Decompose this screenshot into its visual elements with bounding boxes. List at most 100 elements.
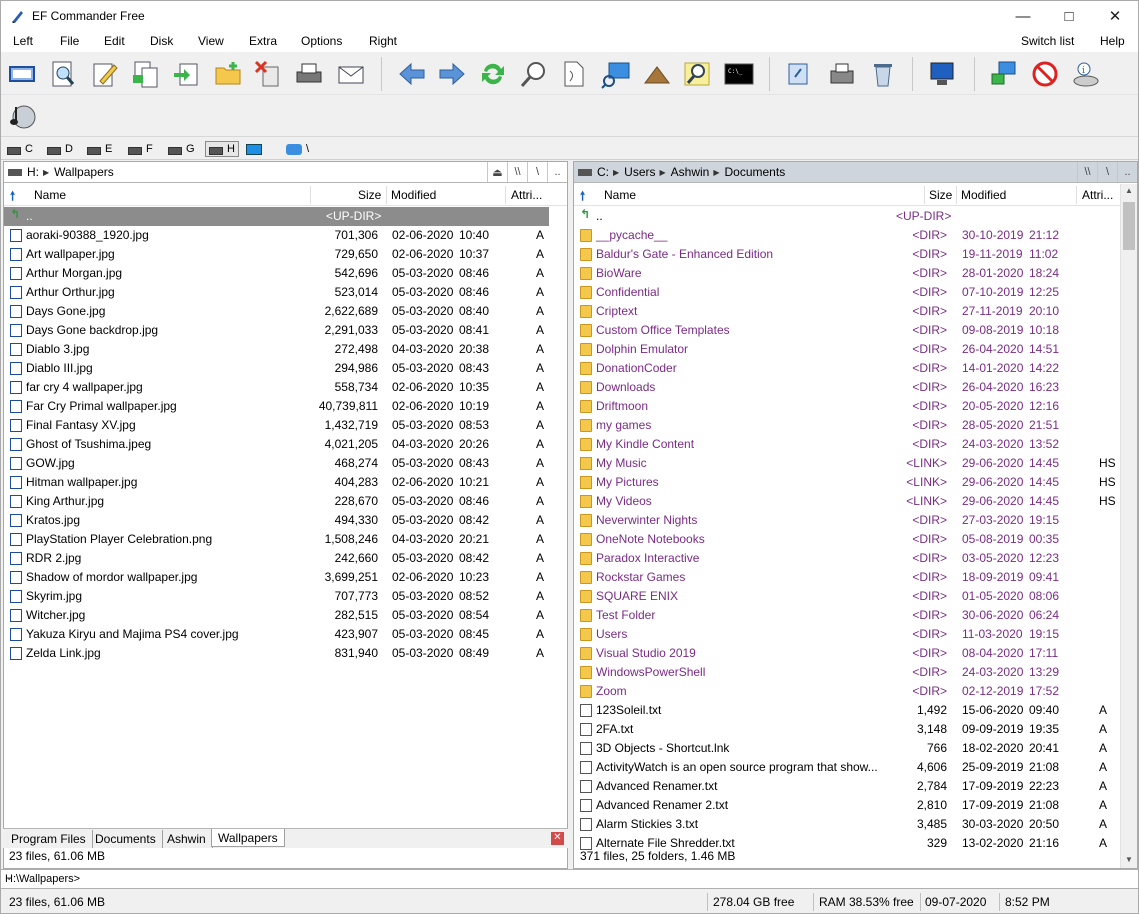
minimize-button[interactable]: —: [1000, 1, 1046, 31]
terminal-icon[interactable]: C:\_: [723, 58, 755, 90]
delete-icon[interactable]: [252, 58, 284, 90]
col-size[interactable]: Size: [929, 188, 952, 202]
move-icon[interactable]: [171, 58, 203, 90]
file-row[interactable]: 2FA.txt 3,148 09-09-2019 19:35 A: [574, 720, 1137, 739]
file-row[interactable]: BioWare <DIR> 28-01-2020 18:24: [574, 264, 1137, 283]
left-path-bar[interactable]: H: ▶ Wallpapers ⏏ \\ \ ..: [4, 162, 567, 183]
up-dir-icon[interactable]: 🠕: [10, 187, 15, 208]
file-row[interactable]: WindowsPowerShell <DIR> 24-03-2020 13:29: [574, 663, 1137, 682]
file-row[interactable]: Confidential <DIR> 07-10-2019 12:25: [574, 283, 1137, 302]
drive-g-button[interactable]: G: [168, 141, 195, 157]
file-row[interactable]: GOW.jpg 468,274 05-03-2020 08:43 A: [4, 454, 567, 473]
scroll-thumb[interactable]: [1123, 202, 1135, 250]
up-dir-row[interactable]: ↰.. <UP-DIR>: [4, 207, 549, 226]
scroll-up-icon[interactable]: ▲: [1125, 186, 1133, 195]
file-row[interactable]: DonationCoder <DIR> 14-01-2020 14:22: [574, 359, 1137, 378]
file-row[interactable]: Days Gone.jpg 2,622,689 05-03-2020 08:40 A: [4, 302, 567, 321]
search-icon[interactable]: [682, 58, 714, 90]
edit-icon[interactable]: [89, 58, 121, 90]
drive-root-button[interactable]: \: [527, 162, 547, 182]
file-row[interactable]: My Music <LINK> 29-06-2020 14:45 HS: [574, 454, 1137, 473]
col-modified[interactable]: Modified: [391, 188, 436, 202]
file-row[interactable]: ActivityWatch is an open source program …: [574, 758, 1137, 777]
file-row[interactable]: Users <DIR> 11-03-2020 19:15: [574, 625, 1137, 644]
col-attributes[interactable]: Attri...: [1082, 188, 1113, 202]
menu-left[interactable]: Left: [13, 34, 33, 48]
file-row[interactable]: Neverwinter Nights <DIR> 27-03-2020 19:15: [574, 511, 1137, 530]
up-dir-row[interactable]: ↰.. <UP-DIR>: [574, 207, 1137, 226]
file-row[interactable]: King Arthur.jpg 228,670 05-03-2020 08:46 A: [4, 492, 567, 511]
file-row[interactable]: 3D Objects - Shortcut.lnk 766 18-02-2020 20…: [574, 739, 1137, 758]
network-drive-button[interactable]: \: [286, 141, 309, 157]
file-row[interactable]: my games <DIR> 28-05-2020 21:51: [574, 416, 1137, 435]
drive-e-button[interactable]: E: [87, 141, 112, 157]
print-icon[interactable]: [293, 58, 325, 90]
path-segment[interactable]: Users: [624, 165, 655, 179]
file-row[interactable]: __pycache__ <DIR> 30-10-2019 21:12: [574, 226, 1137, 245]
parent-dir-button[interactable]: ..: [547, 162, 567, 182]
find-icon[interactable]: [518, 58, 550, 90]
root-button[interactable]: \\: [1077, 162, 1097, 182]
parent-dir-button[interactable]: ..: [1117, 162, 1137, 182]
file-row[interactable]: Visual Studio 2019 <DIR> 08-04-2020 17:11: [574, 644, 1137, 663]
menu-switch-list[interactable]: Switch list: [1021, 34, 1074, 48]
root-button[interactable]: \\: [507, 162, 527, 182]
file-row[interactable]: Zoom <DIR> 02-12-2019 17:52: [574, 682, 1137, 701]
path-segment[interactable]: Documents: [725, 165, 786, 179]
close-tab-icon[interactable]: ✕: [551, 832, 564, 845]
menu-help[interactable]: Help: [1100, 34, 1125, 48]
menu-extra[interactable]: Extra: [249, 34, 277, 48]
chevron-down-icon[interactable]: ⌄: [5, 872, 1132, 883]
file-row[interactable]: Criptext <DIR> 27-11-2019 20:10: [574, 302, 1137, 321]
mail-icon[interactable]: [335, 58, 367, 90]
file-row[interactable]: Yakuza Kiryu and Majima PS4 cover.jpg 423…: [4, 625, 567, 644]
disk-info-icon[interactable]: i: [1070, 58, 1102, 90]
file-row[interactable]: far cry 4 wallpaper.jpg 558,734 02-06-2020…: [4, 378, 567, 397]
right-scrollbar[interactable]: ▲ ▼: [1120, 184, 1137, 868]
drive-f-button[interactable]: F: [128, 141, 153, 157]
file-row[interactable]: Far Cry Primal wallpaper.jpg 40,739,811 02…: [4, 397, 567, 416]
remote-icon[interactable]: [600, 58, 632, 90]
fax-icon[interactable]: [826, 58, 858, 90]
drive-root-button[interactable]: \: [1097, 162, 1117, 182]
menu-edit[interactable]: Edit: [104, 34, 125, 48]
file-row[interactable]: Hitman wallpaper.jpg 404,283 02-06-2020 10:…: [4, 473, 567, 492]
file-row[interactable]: SQUARE ENIX <DIR> 01-05-2020 08:06: [574, 587, 1137, 606]
file-row[interactable]: Driftmoon <DIR> 20-05-2020 12:16: [574, 397, 1137, 416]
copy-icon[interactable]: [130, 58, 162, 90]
menu-options[interactable]: Options: [301, 34, 342, 48]
up-dir-icon[interactable]: 🠕: [580, 187, 585, 208]
col-name[interactable]: Name: [604, 188, 636, 202]
path-segment[interactable]: Wallpapers: [54, 165, 114, 179]
forward-icon[interactable]: [436, 58, 468, 90]
col-attributes[interactable]: Attri...: [511, 188, 542, 202]
col-name[interactable]: Name: [34, 188, 66, 202]
file-row[interactable]: My Pictures <LINK> 29-06-2020 14:45 HS: [574, 473, 1137, 492]
tab-program-files[interactable]: Program Files: [5, 830, 93, 848]
file-row[interactable]: Diablo 3.jpg 272,498 04-03-2020 20:38 A: [4, 340, 567, 359]
pyramid-icon[interactable]: [641, 58, 673, 90]
network-icon[interactable]: [988, 58, 1020, 90]
monitor-icon[interactable]: [926, 58, 958, 90]
file-row[interactable]: Rockstar Games <DIR> 18-09-2019 09:41: [574, 568, 1137, 587]
close-button[interactable]: ✕: [1092, 1, 1138, 31]
file-row[interactable]: Test Folder <DIR> 30-06-2020 06:24: [574, 606, 1137, 625]
search-files-icon[interactable]: [47, 58, 79, 90]
file-row[interactable]: Arthur Orthur.jpg 523,014 05-03-2020 08:46 A: [4, 283, 567, 302]
file-row[interactable]: Days Gone backdrop.jpg 2,291,033 05-03-202…: [4, 321, 567, 340]
file-row[interactable]: Ghost of Tsushima.jpeg 4,021,205 04-03-202…: [4, 435, 567, 454]
path-segment[interactable]: H:: [27, 165, 39, 179]
menu-file[interactable]: File: [60, 34, 79, 48]
file-row[interactable]: Final Fantasy XV.jpg 1,432,719 05-03-2020 0…: [4, 416, 567, 435]
panel-view-icon[interactable]: [6, 58, 38, 90]
tab-ashwin[interactable]: Ashwin: [161, 830, 213, 848]
command-line-input[interactable]: H:\Wallpapers> ⌄: [1, 869, 1138, 889]
notes-icon[interactable]: [784, 58, 816, 90]
file-row[interactable]: Paradox Interactive <DIR> 03-05-2020 12:23: [574, 549, 1137, 568]
path-segment[interactable]: Ashwin: [671, 165, 710, 179]
menu-right[interactable]: Right: [369, 34, 397, 48]
file-row[interactable]: 123Soleil.txt 1,492 15-06-2020 09:40 A: [574, 701, 1137, 720]
right-file-pane[interactable]: C: ▶ Users ▶ Ashwin ▶ Documents \\ \ .. …: [573, 161, 1138, 869]
file-row[interactable]: OneNote Notebooks <DIR> 05-08-2019 00:35: [574, 530, 1137, 549]
new-folder-icon[interactable]: [212, 58, 244, 90]
